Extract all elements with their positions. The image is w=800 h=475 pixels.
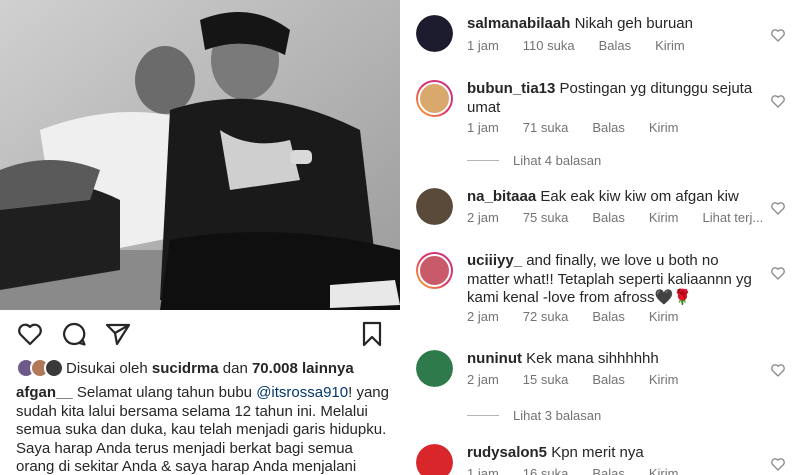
comment-body: salmanabilaah Nikah geh buruan [467,15,757,34]
comment-likes[interactable]: 110 suka [523,38,575,53]
comment-username[interactable]: nuninut [467,350,522,367]
comment-text: Nikah geh buruan [574,15,693,32]
comment-item: uciiiyy_ and finally, we love u both no … [416,252,786,327]
heart-outline-icon[interactable] [770,93,786,109]
comment-username[interactable]: na_bitaaa [467,188,536,205]
send-button[interactable]: Kirim [649,120,679,135]
heart-outline-icon[interactable] [770,362,786,378]
comment-meta: 2 jam 15 suka Balas Kirim [467,372,702,387]
liker-avatars [16,358,64,378]
liked-by-count[interactable]: 70.008 lainnya [252,360,354,377]
comment-text: Eak eak kiw kiw om afgan kiw [540,188,739,205]
comment-item: rudysalon5 Kpn merit nya 1 jam 16 suka B… [416,444,786,475]
avatar [44,358,64,378]
comment-meta: 1 jam 110 suka Balas Kirim [467,38,709,53]
view-replies-button[interactable]: Lihat 4 balasan [467,153,601,168]
reply-button[interactable]: Balas [592,210,625,225]
liked-by-user[interactable]: sucidrma [152,360,219,377]
comment-body: na_bitaaa Eak eak kiw kiw om afgan kiw [467,188,757,207]
comment-username[interactable]: uciiiyy_ [467,252,522,269]
view-replies-button[interactable]: Lihat 3 balasan [467,408,601,423]
comment-item: na_bitaaa Eak eak kiw kiw om afgan kiw 2… [416,188,786,228]
comment-username[interactable]: salmanabilaah [467,15,570,32]
comment-body: uciiiyy_ and finally, we love u both no … [467,252,757,308]
avatar[interactable] [416,350,453,387]
comment-username[interactable]: bubun_tia13 [467,80,555,97]
comment-time: 2 jam [467,309,499,324]
heart-outline-icon[interactable] [770,456,786,472]
reply-button[interactable]: Balas [592,120,625,135]
comment-time: 1 jam [467,120,499,135]
comment-body: bubun_tia13 Postingan yg ditunggu sejuta… [467,80,757,117]
comment-meta: 2 jam 75 suka Balas Kirim Lihat terj... [467,210,787,225]
comment-meta: 1 jam 71 suka Balas Kirim [467,120,702,135]
caption-text: Selamat ulang tahun bubu [76,384,253,401]
comment-body: nuninut Kek mana sihhhhhh [467,350,757,369]
post-photo[interactable] [0,0,400,310]
heart-outline-icon[interactable] [770,200,786,216]
comment-item: bubun_tia13 Postingan yg ditunggu sejuta… [416,80,786,170]
comment-time: 2 jam [467,372,499,387]
liked-by-middle: dan [222,359,248,377]
comment-likes[interactable]: 16 suka [523,466,569,475]
avatar[interactable] [416,80,453,117]
comment-bubble-icon[interactable] [60,320,88,348]
comment-likes[interactable]: 72 suka [523,309,569,324]
view-replies-label[interactable]: Lihat 4 balasan [513,153,601,168]
send-button[interactable]: Kirim [649,372,679,387]
send-button[interactable]: Kirim [655,38,685,53]
paper-plane-icon[interactable] [104,320,132,348]
comment-username[interactable]: rudysalon5 [467,444,547,461]
comment-meta: 2 jam 72 suka Balas Kirim [467,309,702,324]
comments-panel: salmanabilaah Nikah geh buruan 1 jam 110… [400,0,800,475]
comment-item: salmanabilaah Nikah geh buruan 1 jam 110… [416,15,786,55]
comment-time: 1 jam [467,466,499,475]
comment-item: nuninut Kek mana sihhhhhh 2 jam 15 suka … [416,350,786,425]
send-button[interactable]: Kirim [649,309,679,324]
caption-username[interactable]: afgan__ [16,384,73,401]
send-button[interactable]: Kirim [649,466,679,475]
divider [467,415,499,416]
comment-likes[interactable]: 71 suka [523,120,569,135]
comment-meta: 1 jam 16 suka Balas Kirim [467,466,702,475]
avatar[interactable] [416,444,453,475]
comment-likes[interactable]: 75 suka [523,210,569,225]
divider [467,160,499,161]
liked-by-prefix: Disukai oleh [66,359,148,377]
comment-time: 2 jam [467,210,499,225]
heart-outline-icon[interactable] [770,27,786,43]
avatar[interactable] [416,188,453,225]
reply-button[interactable]: Balas [592,309,625,324]
caption-mention[interactable]: @itsrossa910 [256,384,348,401]
translate-button[interactable]: Lihat terj... [702,210,763,225]
heart-outline-icon[interactable] [770,265,786,281]
send-button[interactable]: Kirim [649,210,679,225]
post-actions-bar [0,318,400,350]
post-caption: afgan__ Selamat ulang tahun bubu @itsros… [16,384,392,475]
post-panel: Disukai oleh sucidrma dan 70.008 lainnya… [0,0,400,475]
view-replies-label[interactable]: Lihat 3 balasan [513,408,601,423]
heart-outline-icon[interactable] [16,320,44,348]
reply-button[interactable]: Balas [592,466,625,475]
avatar[interactable] [416,252,453,289]
reply-button[interactable]: Balas [599,38,632,53]
comment-body: rudysalon5 Kpn merit nya [467,444,757,463]
likes-summary: Disukai oleh sucidrma dan 70.008 lainnya [16,357,354,379]
comment-time: 1 jam [467,38,499,53]
avatar[interactable] [416,15,453,52]
bookmark-icon[interactable] [358,320,386,348]
comment-likes[interactable]: 15 suka [523,372,569,387]
reply-button[interactable]: Balas [592,372,625,387]
comment-text: Kek mana sihhhhhh [526,350,659,367]
comment-text: Kpn merit nya [551,444,644,461]
